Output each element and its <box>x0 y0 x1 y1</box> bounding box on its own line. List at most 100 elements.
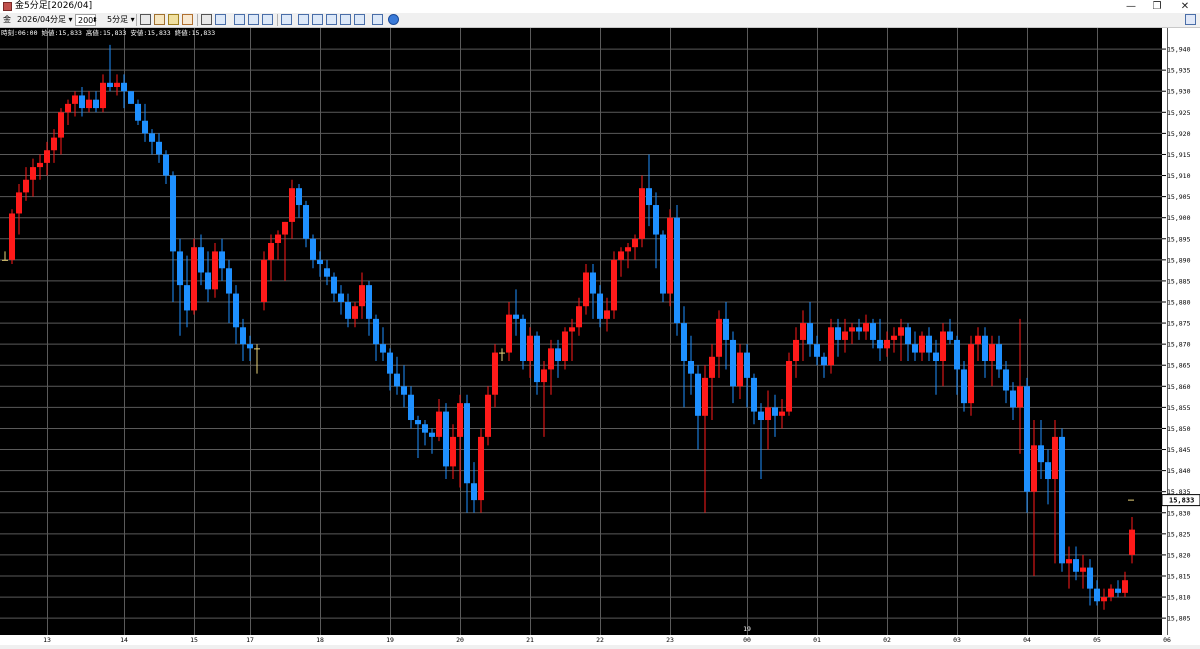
price-tick-label: 15,880 <box>1167 298 1191 306</box>
period-unit-dropdown[interactable]: 分足 ▾ <box>50 14 73 26</box>
candle-body <box>569 327 575 332</box>
bar-chart6-icon[interactable] <box>354 14 365 25</box>
candle-body <box>387 352 393 374</box>
close-button[interactable]: ✕ <box>1172 0 1198 13</box>
candle-body <box>1066 559 1072 564</box>
candle-body <box>870 323 876 340</box>
bar-chart3-icon[interactable] <box>312 14 323 25</box>
candle-body <box>639 188 645 239</box>
grid-icon[interactable] <box>234 14 245 25</box>
candle-body <box>296 188 302 206</box>
candle-body <box>1003 369 1009 391</box>
candle-body <box>954 339 960 370</box>
chart-area[interactable]: 15,805 15,810 15,815 15,820 15,825 15,830 15,8… <box>0 28 1200 645</box>
candle-body <box>702 377 708 416</box>
price-tick-label: 15,870 <box>1167 341 1191 349</box>
price-tick-label: 15,890 <box>1167 256 1191 264</box>
candle-body <box>275 234 281 243</box>
pencil-icon[interactable] <box>168 14 179 25</box>
price-tick-label: 15,825 <box>1167 530 1191 538</box>
candle-body <box>303 205 309 239</box>
candle-body <box>44 150 50 163</box>
bar-chart2-icon[interactable] <box>298 14 309 25</box>
toolbar-separator <box>136 14 137 26</box>
candle-body <box>212 251 218 290</box>
candle-body <box>856 327 862 332</box>
maximize-button[interactable]: ❐ <box>1144 0 1170 13</box>
candle-body <box>947 331 953 340</box>
candle-body <box>86 99 92 109</box>
price-tick-label: 15,940 <box>1167 46 1191 54</box>
time-tick-label: 01 <box>813 636 821 644</box>
candle-body <box>541 369 547 383</box>
price-tick-label: 15,810 <box>1167 594 1191 602</box>
contract-label: 2026/04 <box>17 15 51 24</box>
candle-body <box>688 361 694 374</box>
table-icon[interactable] <box>248 14 259 25</box>
candle-body <box>268 242 274 260</box>
timeframe-dropdown[interactable]: 5分足 ▾ <box>107 14 135 26</box>
candle-body <box>667 217 673 294</box>
hand-icon[interactable] <box>154 14 165 25</box>
candle-body <box>1052 436 1058 480</box>
period-unit-value: 分足 <box>50 15 66 24</box>
settings-icon[interactable] <box>1185 14 1196 25</box>
candle-body <box>1101 597 1107 602</box>
candle-body <box>422 424 428 433</box>
candle-body <box>16 192 22 214</box>
window-icon[interactable] <box>215 14 226 25</box>
spinner-icon[interactable]: ⬍ <box>92 14 98 26</box>
indicator-icon[interactable] <box>262 14 273 25</box>
price-tick-label: 15,815 <box>1167 572 1191 580</box>
timeframe-value: 5分足 <box>107 15 129 24</box>
date-marker-label: 19 <box>743 625 751 633</box>
candle-body <box>632 238 638 248</box>
candle-body <box>709 356 715 378</box>
time-tick-label: 20 <box>456 636 464 644</box>
cursor-icon[interactable] <box>140 14 151 25</box>
time-value: 06:00 <box>18 29 38 37</box>
candle-body <box>436 411 442 437</box>
candle-body <box>611 259 617 311</box>
candle-body <box>380 344 386 353</box>
line-icon[interactable] <box>182 14 193 25</box>
candle-body <box>331 276 337 294</box>
bar-chart-icon[interactable] <box>281 14 292 25</box>
bar-chart4-icon[interactable] <box>326 14 337 25</box>
low-value: 15,833 <box>147 29 171 37</box>
candle-body <box>912 344 918 353</box>
candle-body <box>779 411 785 416</box>
candle-body <box>968 344 974 404</box>
candle-body <box>450 436 456 467</box>
refresh-icon[interactable] <box>388 14 399 25</box>
price-tick-label: 15,895 <box>1167 235 1191 243</box>
price-chart[interactable]: 15,805 15,810 15,815 15,820 15,825 15,830 15,8… <box>0 28 1200 645</box>
candle-body <box>786 361 792 412</box>
low-label: 安値: <box>130 28 147 37</box>
bar-chart7-icon[interactable] <box>372 14 383 25</box>
candle-body <box>107 82 113 88</box>
candle-body <box>891 335 897 340</box>
candle-body <box>821 356 827 366</box>
candle-body <box>590 272 596 294</box>
chevron-down-icon: ▾ <box>68 15 73 24</box>
time-tick-label: 17 <box>246 636 254 644</box>
candle-body <box>100 82 106 109</box>
candle-body <box>1073 559 1079 572</box>
candle-body <box>576 306 582 328</box>
candle-body <box>93 99 99 109</box>
candle-body <box>254 348 260 350</box>
candle-body <box>9 213 15 260</box>
time-label: 時刻: <box>1 28 18 37</box>
minimize-button[interactable]: — <box>1118 0 1144 13</box>
crosshair-icon[interactable] <box>201 14 212 25</box>
candle-body <box>163 154 169 176</box>
candle-body <box>310 238 316 260</box>
ohlc-info: 時刻:06:00 始値:15,833 高値:15,833 安値:15,833 終値:15… <box>1 28 215 37</box>
price-tick-label: 15,845 <box>1167 446 1191 454</box>
bar-chart5-icon[interactable] <box>340 14 351 25</box>
candle-body <box>72 95 78 104</box>
candle-body <box>681 323 687 362</box>
candle-body <box>807 323 813 345</box>
candle-body <box>65 103 71 113</box>
